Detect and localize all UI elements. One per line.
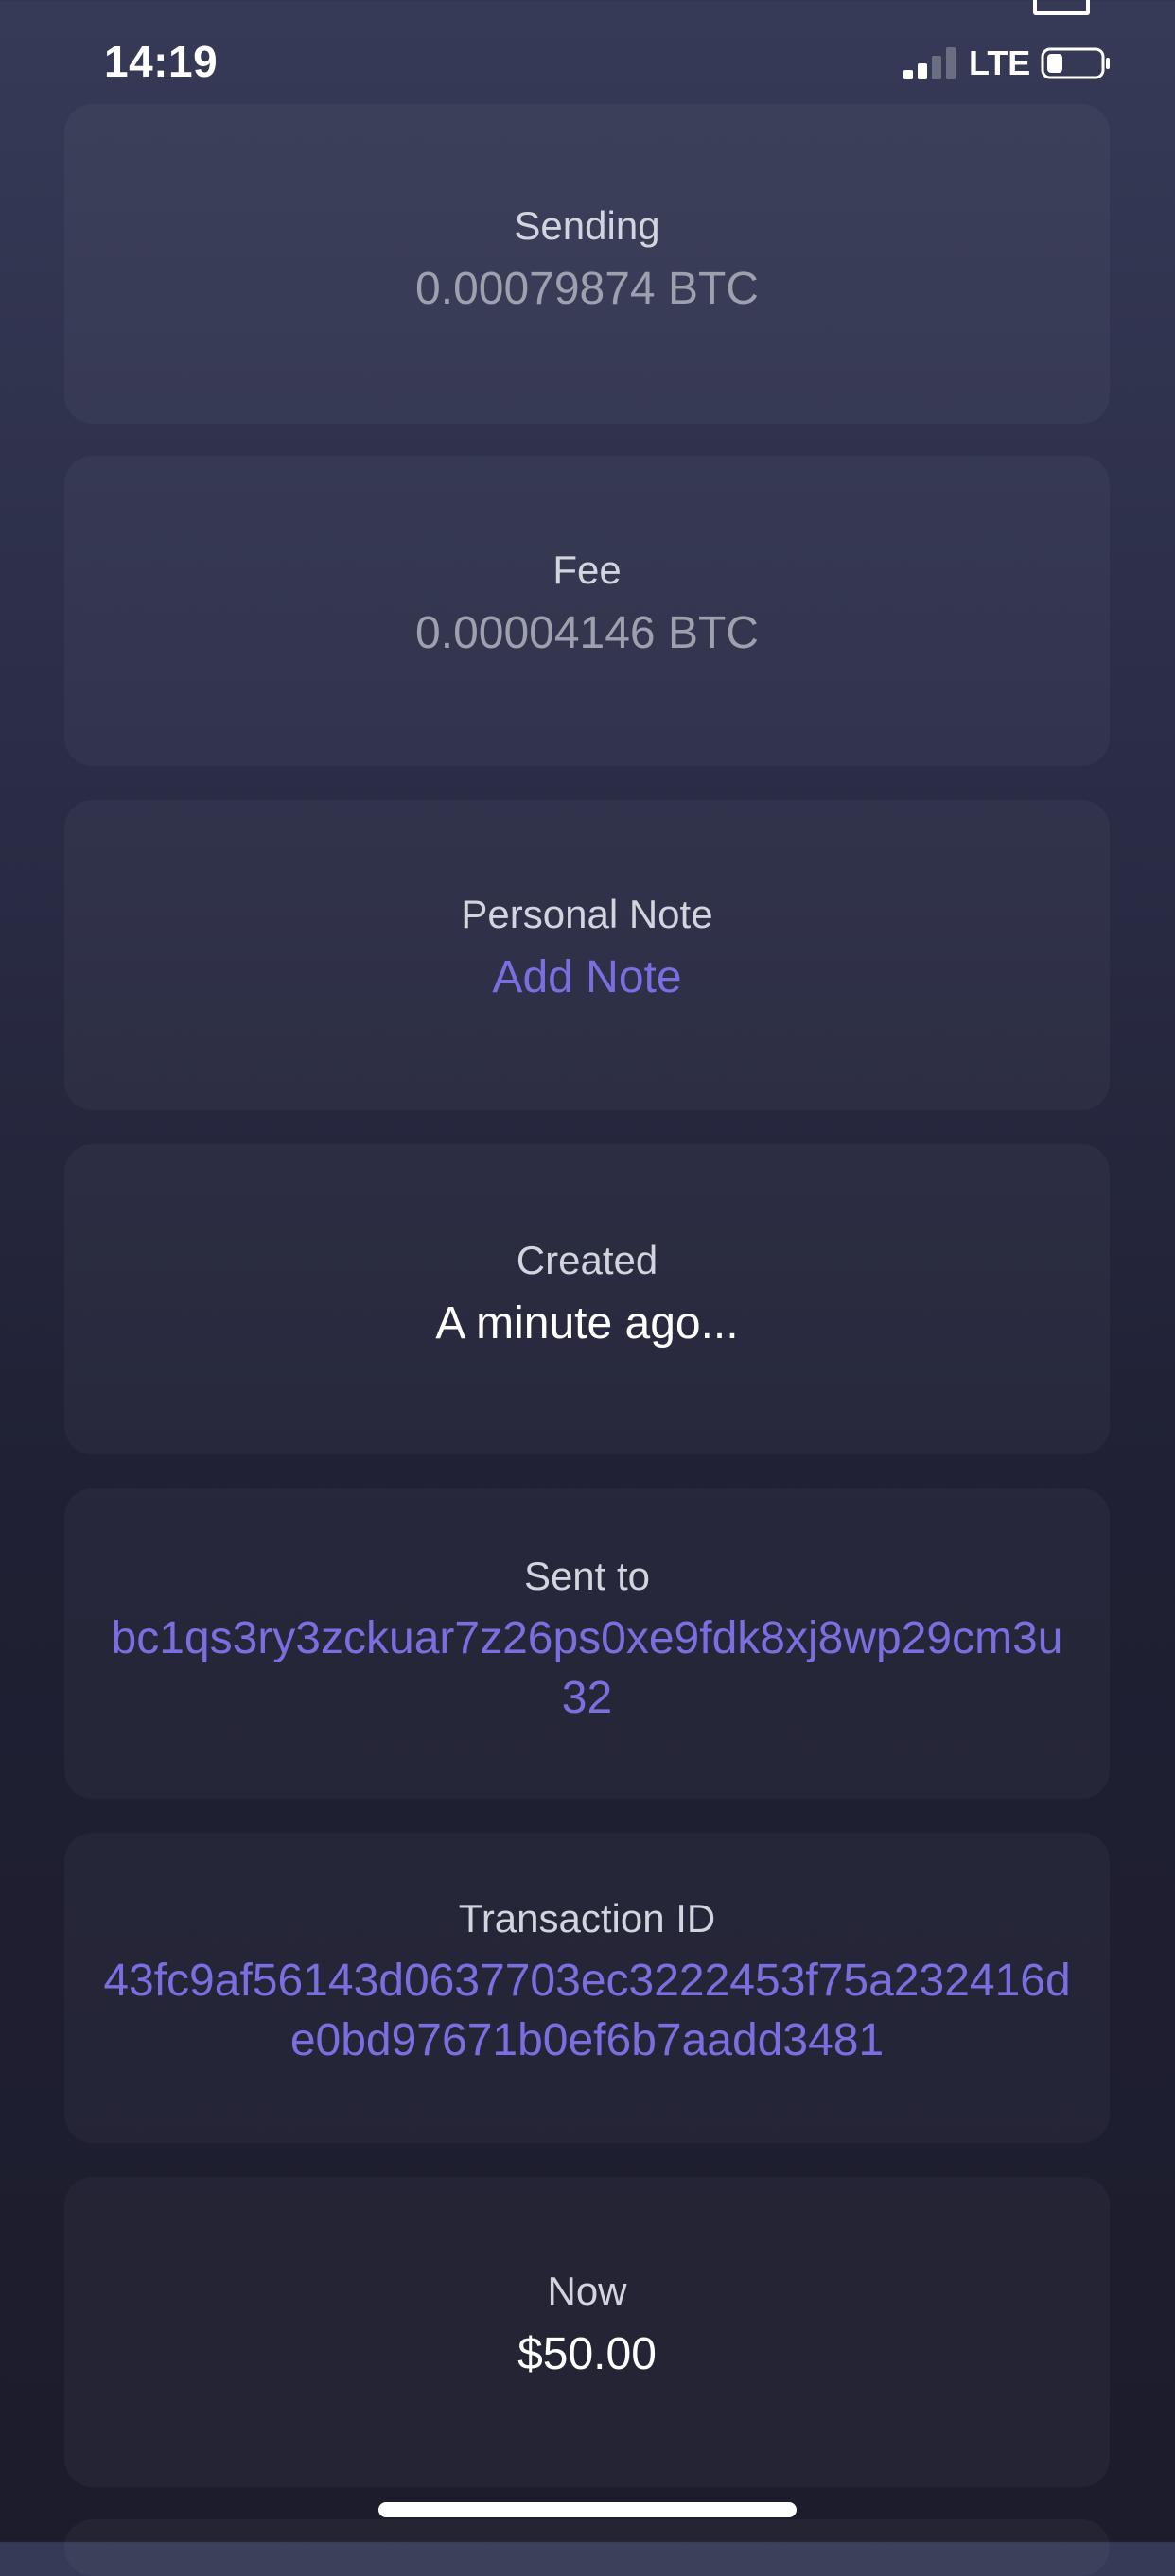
- cellular-signal-icon: [903, 47, 956, 79]
- created-label: Created: [516, 1238, 658, 1282]
- sending-card: Sending 0.00079874 BTC: [64, 104, 1110, 424]
- add-note-button[interactable]: Add Note: [64, 948, 1110, 1009]
- sending-label: Sending: [514, 203, 660, 248]
- recipient-address-link[interactable]: bc1qs3ry3zckuar7z26ps0xe9fdk8xj8wp29cm3u…: [64, 1610, 1110, 1728]
- now-card: Now $50.00: [64, 2177, 1110, 2487]
- status-time: 14:19: [104, 37, 219, 86]
- home-indicator[interactable]: [378, 2502, 797, 2517]
- sending-amount: 0.00079874 BTC: [415, 264, 759, 315]
- sent-to-card: Sent to bc1qs3ry3zckuar7z26ps0xe9fdk8xj8…: [64, 1488, 1110, 1799]
- transaction-id-card: Transaction ID 43fc9af56143d0637703ec322…: [64, 1833, 1110, 2143]
- battery-icon: [1041, 47, 1110, 79]
- next-card-partial: [64, 2519, 1110, 2576]
- personal-note-card: Personal Note Add Note: [64, 800, 1110, 1110]
- now-value: $50.00: [517, 2329, 657, 2380]
- transaction-id-link[interactable]: 43fc9af56143d0637703ec3222453f75a232416d…: [64, 1952, 1110, 2070]
- fee-label: Fee: [552, 548, 622, 592]
- fee-card: Fee 0.00004146 BTC: [64, 456, 1110, 766]
- created-time: A minute ago...: [435, 1298, 739, 1349]
- network-type: LTE: [969, 44, 1031, 82]
- sent-to-label: Sent to: [523, 1554, 651, 1598]
- created-card: Created A minute ago...: [64, 1144, 1110, 1454]
- now-label: Now: [547, 2269, 627, 2313]
- fee-amount: 0.00004146 BTC: [415, 608, 759, 659]
- top-corner-square-icon: [1033, 0, 1090, 15]
- personal-note-label: Personal Note: [461, 892, 713, 936]
- transaction-id-label: Transaction ID: [458, 1896, 716, 1941]
